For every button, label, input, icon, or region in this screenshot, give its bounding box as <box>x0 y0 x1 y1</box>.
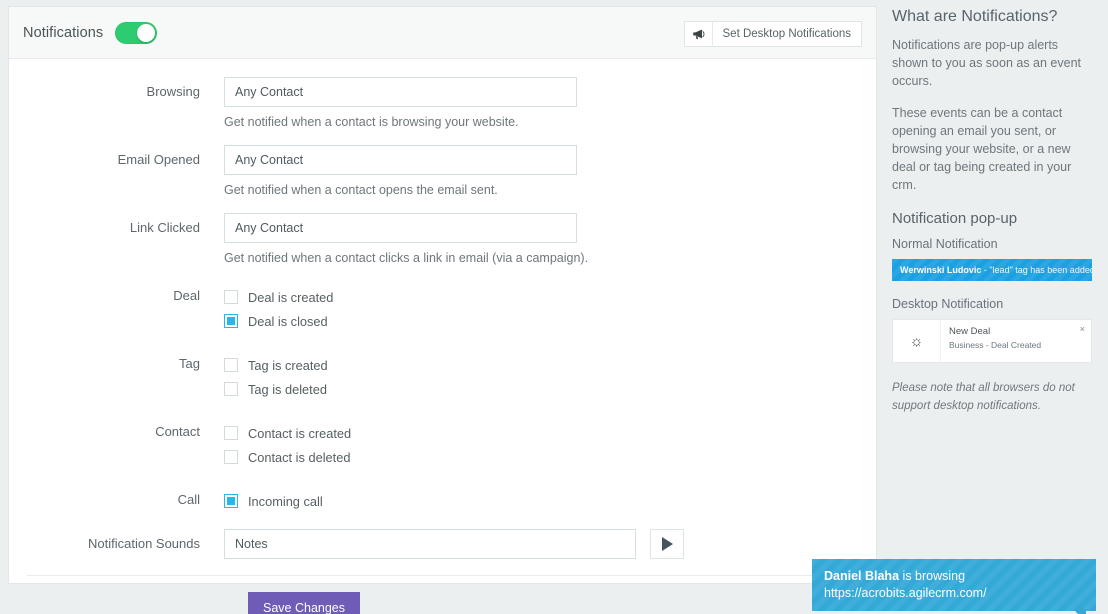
checkbox-deal-is-closed[interactable]: Deal is closed <box>224 309 876 333</box>
link-clicked-select[interactable]: Any Contact <box>224 213 577 243</box>
sidebar-heading: What are Notifications? <box>892 8 1058 25</box>
browsing-select-value: Any Contact <box>235 85 304 99</box>
toggle-knob <box>137 23 156 42</box>
checkbox-deal-is-created[interactable]: Deal is created <box>224 285 876 309</box>
play-icon <box>661 537 673 551</box>
checkbox-contact-is-created[interactable]: Contact is created <box>224 421 876 445</box>
save-changes-button[interactable]: Save Changes <box>248 592 361 614</box>
toast-action: is browsing <box>899 569 966 583</box>
label-contact: Contact <box>155 424 200 439</box>
checkbox-row-contact: Contact Contact is created Contact is de… <box>9 417 876 469</box>
label-call: Call <box>177 492 200 507</box>
email-opened-select[interactable]: Any Contact <box>224 145 577 175</box>
notifications-form: Browsing Any Contact Get notified when a… <box>9 59 876 614</box>
checkbox-label: Deal is created <box>248 289 334 305</box>
label-email-opened: Email Opened <box>117 152 200 167</box>
sidebar-popup-heading: Notification pop-up <box>892 210 1018 227</box>
checkbox-box <box>224 358 238 372</box>
notification-sounds-value: Notes <box>235 537 268 551</box>
checkbox-label: Tag is deleted <box>248 381 327 397</box>
megaphone-icon <box>685 22 713 46</box>
notification-sounds-select[interactable]: Notes <box>224 529 636 559</box>
toast-tail <box>1073 609 1086 614</box>
field-row-browsing: Browsing Any Contact Get notified when a… <box>9 77 876 143</box>
label-link-clicked: Link Clicked <box>129 220 200 235</box>
help-sidebar: What are Notifications? Notifications ar… <box>884 0 1108 614</box>
normal-notification-name: Werwinski Ludovic <box>900 265 982 275</box>
desktop-notification-preview: ☼ New Deal Business - Deal Created × <box>892 319 1092 363</box>
avatar-icon: ☼ <box>905 330 928 352</box>
help-link-clicked: Get notified when a contact clicks a lin… <box>224 251 589 265</box>
checkbox-label: Tag is created <box>248 357 328 373</box>
checkbox-row-tag: Tag Tag is created Tag is deleted <box>9 349 876 401</box>
checkbox-tag-is-created[interactable]: Tag is created <box>224 353 876 377</box>
label-notification-sounds: Notification Sounds <box>87 536 200 551</box>
sidebar-normal-notification-label: Normal Notification <box>892 237 998 251</box>
help-browsing: Get notified when a contact is browsing … <box>224 115 519 129</box>
checkbox-label: Incoming call <box>248 493 323 509</box>
checkbox-row-call: Call Incoming call <box>9 485 876 513</box>
checkbox-box <box>224 450 238 464</box>
close-icon[interactable]: × <box>1080 324 1085 334</box>
toast-contact-name: Daniel Blaha <box>824 569 900 583</box>
card-header: Notifications Set Desktop Notifications <box>9 7 876 59</box>
checkbox-label: Deal is closed <box>248 313 328 329</box>
checkbox-box <box>224 426 238 440</box>
checkbox-label: Contact is deleted <box>248 449 351 465</box>
link-clicked-select-value: Any Contact <box>235 221 304 235</box>
checkbox-box <box>224 494 238 508</box>
notifications-card: Notifications Set Desktop Notifications … <box>8 6 877 614</box>
browsing-select[interactable]: Any Contact <box>224 77 577 107</box>
set-desktop-notifications-label: Set Desktop Notifications <box>722 28 851 40</box>
checkbox-box <box>224 382 238 396</box>
checkbox-incoming-call[interactable]: Incoming call <box>224 489 876 513</box>
label-browsing: Browsing <box>146 84 200 99</box>
save-area: Save Changes <box>9 576 876 614</box>
page-title: Notifications <box>23 24 104 41</box>
toast-url: https://acrobits.agilecrm.com/ <box>824 586 987 600</box>
checkbox-tag-is-deleted[interactable]: Tag is deleted <box>224 377 876 401</box>
field-row-notification-sounds: Notification Sounds Notes <box>9 529 876 559</box>
field-row-email-opened: Email Opened Any Contact Get notified wh… <box>9 145 876 211</box>
checkbox-contact-is-deleted[interactable]: Contact is deleted <box>224 445 876 469</box>
sidebar-paragraph-2: These events can be a contact opening an… <box>892 106 1072 192</box>
play-sound-button[interactable] <box>650 529 684 559</box>
normal-notification-text: - "lead" tag has been added <box>981 265 1092 275</box>
set-desktop-notifications-button[interactable]: Set Desktop Notifications <box>683 21 862 47</box>
checkbox-row-deal: Deal Deal is created Deal is closed <box>9 281 876 333</box>
field-row-link-clicked: Link Clicked Any Contact Get notified wh… <box>9 213 876 279</box>
email-opened-select-value: Any Contact <box>235 153 304 167</box>
checkbox-box <box>224 314 238 328</box>
page-root: Notifications Set Desktop Notifications … <box>0 0 1108 614</box>
desktop-notification-title: New Deal <box>949 326 991 337</box>
sidebar-paragraph-1: Notifications are pop-up alerts shown to… <box>892 38 1082 88</box>
notification-thumbnail: ☼ <box>893 320 941 362</box>
sidebar-browser-note: Please note that all browsers do not sup… <box>892 382 1075 412</box>
label-deal: Deal <box>173 288 200 303</box>
browsing-toast[interactable]: Daniel Blaha is browsing https://acrobit… <box>812 559 1096 614</box>
notifications-toggle[interactable] <box>115 21 158 44</box>
normal-notification-preview: Werwinski Ludovic - "lead" tag has been … <box>892 259 1092 281</box>
checkbox-label: Contact is created <box>248 425 352 441</box>
checkbox-box <box>224 290 238 304</box>
desktop-notification-subtitle: Business - Deal Created <box>949 340 1042 350</box>
sidebar-desktop-notification-label: Desktop Notification <box>892 297 1004 311</box>
label-tag: Tag <box>179 356 200 371</box>
help-email-opened: Get notified when a contact opens the em… <box>224 183 498 197</box>
